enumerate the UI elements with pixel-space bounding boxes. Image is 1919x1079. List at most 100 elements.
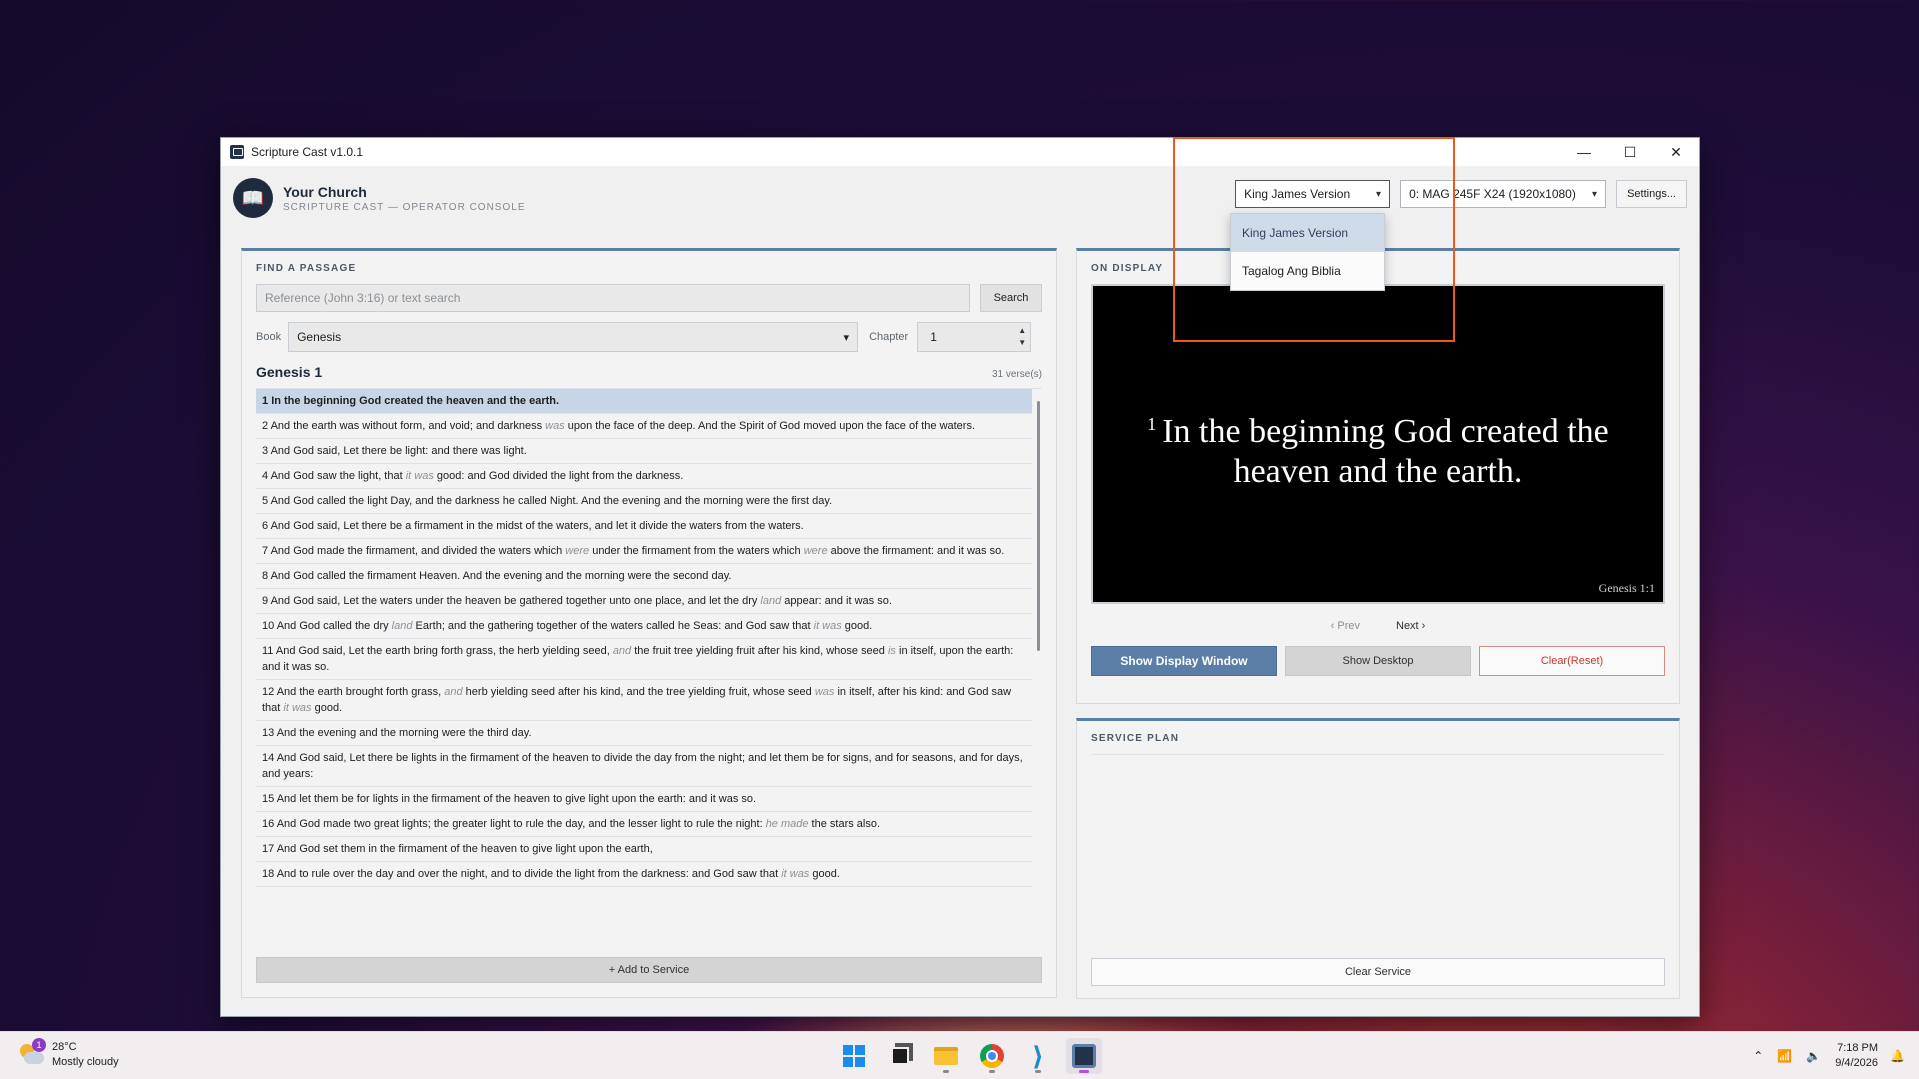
volume-icon[interactable]: 🔈 bbox=[1806, 1049, 1821, 1063]
verse-row[interactable]: 8 And God called the firmament Heaven. A… bbox=[256, 564, 1032, 589]
verse-text: And God made two great lights; the great… bbox=[276, 818, 766, 830]
chevron-up-icon[interactable]: ▲ bbox=[1018, 325, 1026, 337]
prev-label: Prev bbox=[1337, 620, 1360, 632]
verse-row[interactable]: 5 And God called the light Day, and the … bbox=[256, 489, 1032, 514]
verse-row[interactable]: 11 And God said, Let the earth bring for… bbox=[256, 639, 1032, 680]
version-option-kjv[interactable]: King James Version bbox=[1231, 214, 1384, 252]
verse-italic-text: were bbox=[565, 545, 590, 557]
clock[interactable]: 7:18 PM 9/4/2026 bbox=[1835, 1041, 1878, 1071]
verse-row[interactable]: 12 And the earth brought forth grass, an… bbox=[256, 680, 1032, 721]
chevron-up-icon[interactable]: ⌃ bbox=[1753, 1049, 1763, 1063]
verse-number: 13 bbox=[262, 727, 275, 739]
verse-text: And God said, Let the earth bring forth … bbox=[275, 645, 613, 657]
verse-number: 16 bbox=[262, 818, 275, 830]
verse-number: 15 bbox=[262, 793, 275, 805]
scripture-cast-taskbar-button[interactable] bbox=[1066, 1038, 1102, 1074]
verse-text: And God called the light Day, and the da… bbox=[270, 495, 833, 507]
search-button[interactable]: Search bbox=[980, 284, 1042, 312]
verse-text: good. bbox=[841, 620, 873, 632]
minimize-button[interactable]: — bbox=[1561, 138, 1607, 166]
verse-row[interactable]: 9 And God said, Let the waters under the… bbox=[256, 589, 1032, 614]
show-display-window-button[interactable]: Show Display Window bbox=[1091, 646, 1277, 676]
notification-icon[interactable]: 🔔 bbox=[1890, 1049, 1905, 1063]
verse-row[interactable]: 13 And the evening and the morning were … bbox=[256, 721, 1032, 746]
display-select-value: 0: MAG 245F X24 (1920x1080) bbox=[1409, 187, 1576, 201]
search-input[interactable]: Reference (John 3:16) or text search bbox=[256, 284, 970, 312]
weather-badge: 1 bbox=[32, 1038, 46, 1052]
verse-number: 9 bbox=[262, 595, 269, 607]
verse-number: 12 bbox=[262, 686, 275, 698]
chapter-stepper[interactable]: 1 ▲ ▼ bbox=[917, 322, 1032, 352]
verse-text: And the earth brought forth grass, bbox=[276, 686, 445, 698]
chevron-down-icon[interactable]: ▼ bbox=[1018, 337, 1026, 349]
console-subtitle: SCRIPTURE CAST — OPERATOR CONSOLE bbox=[283, 201, 526, 213]
verse-row[interactable]: 14 And God said, Let there be lights in … bbox=[256, 746, 1032, 787]
verse-italic-text: is bbox=[887, 645, 896, 657]
find-passage-panel: FIND A PASSAGE Reference (John 3:16) or … bbox=[241, 248, 1057, 998]
verse-number: 2 bbox=[262, 420, 269, 432]
verse-text: And God set them in the firmament of the… bbox=[276, 843, 653, 855]
display-reference: Genesis 1:1 bbox=[1598, 581, 1655, 595]
church-name: Your Church bbox=[283, 183, 367, 200]
version-select[interactable]: King James Version ▾ bbox=[1235, 180, 1391, 208]
verse-text: And God saw the light, that bbox=[270, 470, 406, 482]
verse-row[interactable]: 3 And God said, Let there be light: and … bbox=[256, 439, 1032, 464]
maximize-button[interactable]: ☐ bbox=[1607, 138, 1653, 166]
verse-row[interactable]: 15 And let them be for lights in the fir… bbox=[256, 787, 1032, 812]
verse-row[interactable]: 7 And God made the firmament, and divide… bbox=[256, 539, 1032, 564]
verse-text: And God called the dry bbox=[276, 620, 392, 632]
verse-text: good. bbox=[809, 868, 840, 880]
verse-number: 18 bbox=[262, 868, 275, 880]
clock-date: 9/4/2026 bbox=[1835, 1057, 1879, 1069]
chevron-down-icon: ▾ bbox=[1592, 188, 1598, 200]
prev-button[interactable]: ‹ Prev bbox=[1331, 620, 1360, 632]
task-view-button[interactable] bbox=[882, 1038, 918, 1074]
version-option-tagalog[interactable]: Tagalog Ang Biblia bbox=[1231, 252, 1384, 290]
passage-title: Genesis 1 bbox=[256, 364, 323, 380]
file-explorer-button[interactable] bbox=[928, 1038, 964, 1074]
chevron-right-icon: › bbox=[1418, 620, 1426, 632]
verse-text: good. bbox=[311, 702, 343, 714]
verse-row[interactable]: 18 And to rule over the day and over the… bbox=[256, 862, 1032, 887]
verse-italic-text: and bbox=[444, 686, 463, 698]
verse-row[interactable]: 4 And God saw the light, that it was goo… bbox=[256, 464, 1032, 489]
scripture-cast-icon bbox=[1072, 1044, 1096, 1068]
verse-row[interactable]: 17 And God set them in the firmament of … bbox=[256, 837, 1032, 862]
show-desktop-button[interactable]: Show Desktop bbox=[1285, 646, 1471, 676]
verse-text: appear: and it was so. bbox=[781, 595, 892, 607]
verse-list: 1 In the beginning God created the heave… bbox=[256, 388, 1042, 946]
vscode-icon: ⟩ bbox=[1032, 1040, 1044, 1071]
display-select[interactable]: 0: MAG 245F X24 (1920x1080) ▾ bbox=[1400, 180, 1607, 208]
close-button[interactable]: ✕ bbox=[1653, 138, 1699, 166]
verse-number: 6 bbox=[262, 520, 269, 532]
wifi-icon[interactable]: 📶 bbox=[1777, 1049, 1792, 1063]
book-icon: 📖 bbox=[241, 187, 265, 208]
start-button[interactable] bbox=[836, 1038, 872, 1074]
verse-text: And God said, Let the waters under the h… bbox=[270, 595, 761, 607]
next-button[interactable]: Next › bbox=[1396, 620, 1425, 632]
verse-row[interactable]: 1 In the beginning God created the heave… bbox=[256, 389, 1032, 414]
clear-reset-button[interactable]: Clear(Reset) bbox=[1479, 646, 1665, 676]
clear-service-button[interactable]: Clear Service bbox=[1091, 958, 1665, 986]
verse-number: 10 bbox=[262, 620, 275, 632]
add-to-service-button[interactable]: + Add to Service bbox=[256, 957, 1042, 983]
taskbar: 1 28°C Mostly cloudy ⟩ ⌃ 📶 🔈 7:18 PM 9/4… bbox=[0, 1031, 1919, 1079]
settings-button[interactable]: Settings... bbox=[1616, 180, 1687, 208]
display-preview: 1 In the beginning God created the heaven… bbox=[1091, 284, 1665, 604]
verse-text: And God made the firmament, and divided … bbox=[270, 545, 566, 557]
verse-row[interactable]: 10 And God called the dry land Earth; an… bbox=[256, 614, 1032, 639]
weather-widget[interactable]: 1 28°C Mostly cloudy bbox=[18, 1038, 119, 1070]
verse-text: And the evening and the morning were the… bbox=[276, 727, 532, 739]
chrome-icon bbox=[980, 1044, 1004, 1068]
verse-text: Earth; and the gathering together of the… bbox=[412, 620, 814, 632]
weather-desc: Mostly cloudy bbox=[52, 1056, 119, 1068]
verse-row[interactable]: 16 And God made two great lights; the gr… bbox=[256, 812, 1032, 837]
chapter-label: Chapter bbox=[869, 331, 909, 343]
chrome-button[interactable] bbox=[974, 1038, 1010, 1074]
vscode-button[interactable]: ⟩ bbox=[1020, 1038, 1056, 1074]
verse-row[interactable]: 6 And God said, Let there be a firmament… bbox=[256, 514, 1032, 539]
book-select[interactable]: Genesis ▾ bbox=[288, 322, 859, 352]
verse-row[interactable]: 2 And the earth was without form, and vo… bbox=[256, 414, 1032, 439]
verse-number: 11 bbox=[262, 645, 274, 657]
verse-list-scrollbar[interactable] bbox=[1037, 401, 1040, 651]
